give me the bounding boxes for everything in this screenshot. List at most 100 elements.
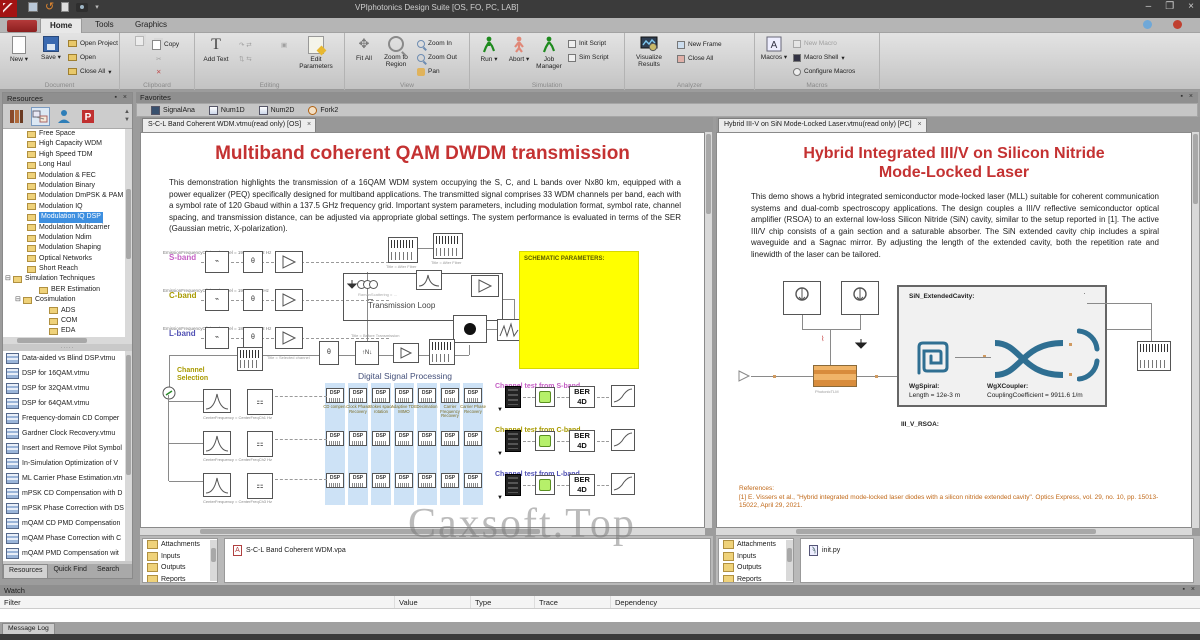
amplifier-block[interactable] bbox=[275, 251, 303, 273]
modulator-block[interactable]: θ bbox=[243, 327, 263, 349]
dsp-stage[interactable]: DSP Adaptive TDE MIMO DSP DSP bbox=[394, 383, 414, 505]
tree-item[interactable]: Modulation & FEC bbox=[3, 171, 125, 181]
favorite-num2d[interactable]: Num2D bbox=[259, 106, 295, 115]
dsp-stage[interactable]: DSP Decimation DSP DSP bbox=[417, 383, 437, 505]
tree-item[interactable]: Modulation Binary bbox=[3, 181, 125, 191]
schematic-parameters-note[interactable]: SCHEMATIC PARAMETERS: bbox=[519, 251, 639, 369]
favorite-num1d[interactable]: Num1D bbox=[209, 106, 245, 115]
tree-item[interactable]: ⊟ Simulation Techniques bbox=[3, 274, 125, 284]
save-icon[interactable] bbox=[28, 2, 38, 12]
copy-button[interactable]: Copy bbox=[152, 39, 179, 50]
minimize-button[interactable]: – bbox=[1146, 1, 1152, 12]
attachment-folder[interactable]: Outputs bbox=[719, 562, 793, 574]
tree-item[interactable]: Modulation IQ bbox=[3, 202, 125, 212]
undo-icon[interactable]: ↺ bbox=[45, 2, 54, 12]
att-scrollbar[interactable] bbox=[210, 540, 217, 581]
tree-item[interactable]: Free Space bbox=[3, 129, 125, 139]
tree-item[interactable]: High Capacity WDM bbox=[3, 139, 125, 149]
save-button[interactable]: Save ▾ bbox=[34, 36, 68, 61]
help-icon[interactable] bbox=[1143, 20, 1152, 29]
resource-file-item[interactable]: Data-aided vs Blind DSP.vtmu bbox=[3, 351, 125, 366]
add-text-button[interactable]: TAdd Text bbox=[199, 36, 233, 63]
resource-file-item[interactable]: mPSK Phase Correction with DS bbox=[3, 501, 125, 516]
modulator-block[interactable]: θ bbox=[243, 289, 263, 311]
tab-graphics[interactable]: Graphics bbox=[126, 18, 176, 33]
left-doc-tab[interactable]: S-C-L Band Coherent WDM.vtmu(read only) … bbox=[142, 118, 316, 132]
dsp-stage[interactable]: DSP Carrier Phase Recovery DSP DSP bbox=[463, 383, 483, 505]
group-button[interactable]: ▣ bbox=[281, 39, 287, 50]
rotate-button[interactable]: ↷ ⇄ bbox=[239, 39, 252, 50]
configure-macros-button[interactable]: Configure Macros bbox=[793, 66, 855, 77]
new-button[interactable]: New ▾ bbox=[2, 36, 36, 63]
resource-file-item[interactable]: In-Simulation Optimization of V bbox=[3, 456, 125, 471]
open-button[interactable]: Open bbox=[68, 52, 96, 63]
sin-cavity-box[interactable]: SiN_ExtendedCavity: WgSpiral:Length = 12… bbox=[897, 285, 1107, 407]
laser-block[interactable]: ⌁ bbox=[205, 327, 229, 349]
pin-icon[interactable]: ▪ bbox=[1182, 586, 1186, 593]
attachment-folder[interactable]: Inputs bbox=[719, 551, 793, 563]
spectrum-analyzer-block[interactable] bbox=[429, 339, 455, 365]
macros-button[interactable]: A Macros ▾ bbox=[757, 36, 791, 61]
resample-block[interactable]: ↑N↓ bbox=[355, 341, 379, 365]
flip-button[interactable]: ⇅ ⇆ bbox=[239, 53, 252, 64]
user-icon[interactable] bbox=[55, 107, 74, 126]
page-icon[interactable] bbox=[61, 2, 69, 12]
resource-file-item[interactable]: Insert and Remove Pilot Symbol bbox=[3, 441, 125, 456]
resource-file-item[interactable]: mPSK CD Compensation with D bbox=[3, 486, 125, 501]
library-icon[interactable] bbox=[7, 107, 26, 126]
laser-block[interactable]: ⌁ bbox=[205, 251, 229, 273]
tree-item[interactable]: EDA bbox=[3, 326, 125, 336]
amplifier-block[interactable] bbox=[393, 343, 419, 363]
close-panel-icon[interactable]: × bbox=[1189, 93, 1195, 100]
mini-spectrum-block[interactable] bbox=[497, 319, 521, 341]
amplifier-block[interactable] bbox=[275, 327, 303, 349]
zoom-in-button[interactable]: Zoom In bbox=[417, 38, 452, 49]
modulator-block[interactable]: θ bbox=[319, 341, 339, 365]
filter-block[interactable] bbox=[416, 270, 442, 290]
close-button[interactable]: × bbox=[1188, 1, 1194, 12]
cut-button[interactable]: ✂ bbox=[156, 53, 161, 64]
restore-button[interactable]: ❐ bbox=[1165, 1, 1174, 12]
channel-test-row[interactable]: Channel test from S-band ▼ BER4D bbox=[495, 375, 695, 419]
tree-item[interactable]: ⊟ Cosimulation bbox=[3, 295, 125, 305]
loop-amplifier-block[interactable] bbox=[471, 275, 499, 297]
tree-item[interactable]: Long Haul bbox=[3, 160, 125, 170]
attachment-folder[interactable]: Reports bbox=[143, 574, 217, 584]
close-all-button[interactable]: Close All ▾ bbox=[68, 66, 112, 77]
attachment-folder[interactable]: Outputs bbox=[143, 562, 217, 574]
coupler-block[interactable] bbox=[453, 315, 487, 343]
files-vscrollbar[interactable] bbox=[125, 351, 132, 561]
run-button[interactable]: Run ▾ bbox=[472, 36, 506, 63]
right-doc-vscrollbar[interactable] bbox=[1192, 132, 1199, 528]
resource-file-item[interactable]: ML Carrier Phase Estimation.vtn bbox=[3, 471, 125, 486]
snapshot-icon[interactable] bbox=[76, 3, 88, 12]
tree-item[interactable]: Optical Networks bbox=[3, 254, 125, 264]
right-doc-tab[interactable]: Hybrid III-V on SiN Mode-Locked Laser.vt… bbox=[718, 118, 927, 132]
tree-item[interactable]: Modulation IQ DSP bbox=[3, 212, 125, 222]
close-panel-icon[interactable]: × bbox=[123, 94, 129, 101]
watch-col-dependency[interactable]: Dependency bbox=[610, 596, 1200, 608]
tree-item[interactable]: Modulation Shaping bbox=[3, 243, 125, 253]
tree-item[interactable]: Modulation Ndim bbox=[3, 233, 125, 243]
resource-file-item[interactable]: DSP for 32QAM.vtmu bbox=[3, 381, 125, 396]
laser-block[interactable]: ⌁ bbox=[205, 289, 229, 311]
tree-item[interactable]: High Speed TDM bbox=[3, 150, 125, 160]
abort-button[interactable]: Abort ▾ bbox=[502, 36, 536, 63]
pin-icon[interactable]: ▪ bbox=[1180, 93, 1184, 100]
tree-item[interactable]: Modulation DmPSK & PAM bbox=[3, 191, 125, 201]
python-resources-icon[interactable]: P bbox=[79, 107, 98, 126]
attachment-file[interactable]: ϡinit.py bbox=[801, 539, 1193, 556]
fit-all-button[interactable]: ✥Fit All bbox=[347, 36, 381, 62]
watch-col-trace[interactable]: Trace bbox=[534, 596, 610, 608]
amplifier-block[interactable] bbox=[275, 289, 303, 311]
demos-icon[interactable] bbox=[31, 107, 50, 126]
modulator-block[interactable]: θ bbox=[243, 251, 263, 273]
dc-source-block[interactable] bbox=[841, 281, 879, 315]
quick-access-caret-icon[interactable]: ▾ bbox=[95, 3, 99, 11]
delete-button[interactable]: ✕ bbox=[156, 66, 161, 77]
new-frame-button[interactable]: New Frame bbox=[677, 39, 722, 50]
dsp-stage[interactable]: DSP Stokes space rotation DSP DSP bbox=[371, 383, 391, 505]
tab-search[interactable]: Search bbox=[92, 564, 124, 578]
resource-file-item[interactable]: mQAM Phase Correction with C bbox=[3, 531, 125, 546]
tab-quick-find[interactable]: Quick Find bbox=[48, 564, 91, 578]
